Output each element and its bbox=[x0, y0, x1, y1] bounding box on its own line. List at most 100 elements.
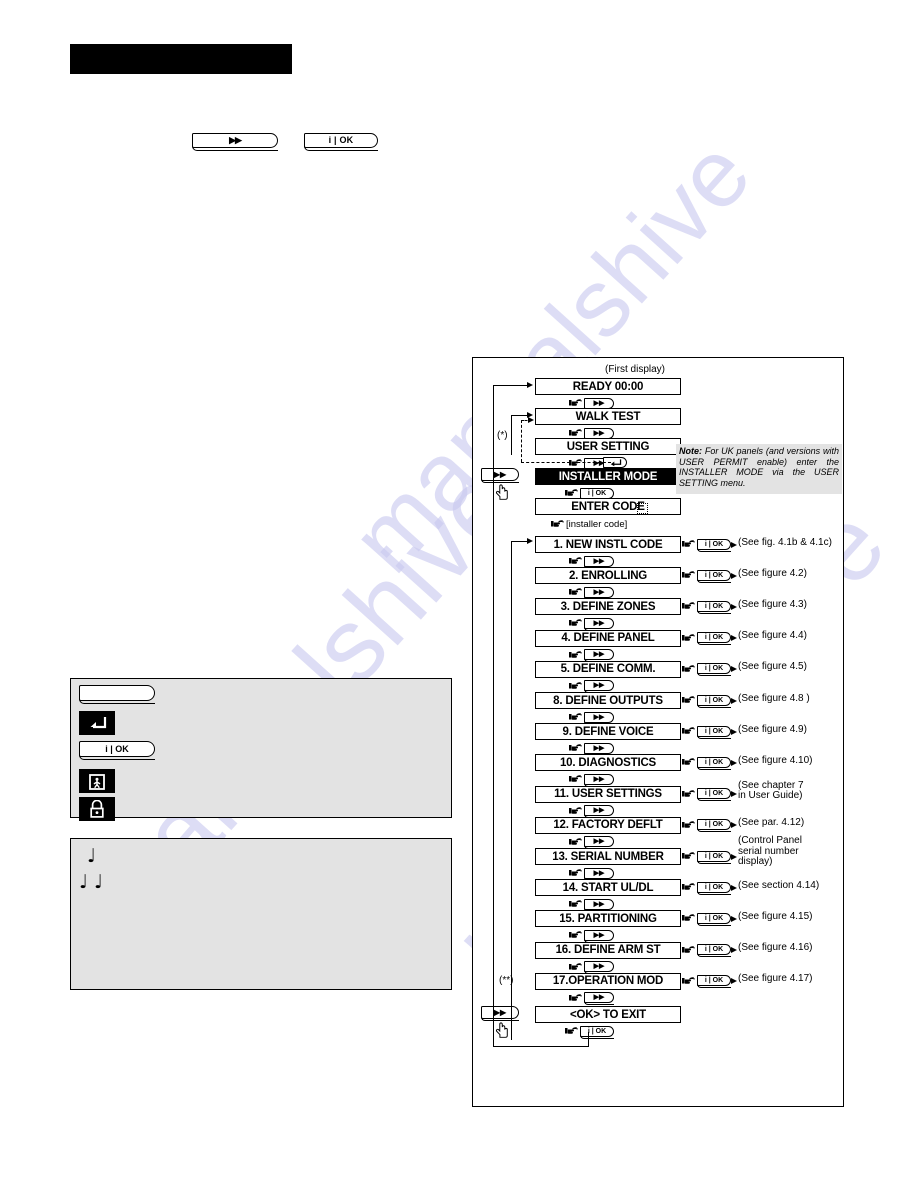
flow-line-dashed bbox=[521, 420, 522, 462]
menu-item-6[interactable]: 8. DEFINE OUTPUTS bbox=[535, 692, 681, 709]
pointing-hand-icon bbox=[565, 488, 578, 498]
info-ok-key-icon[interactable]: i | OK bbox=[79, 741, 155, 760]
figure-reference: (See figure 4.5) bbox=[738, 661, 807, 673]
step-press: ▶▶ bbox=[569, 617, 614, 631]
flow-line bbox=[588, 1032, 590, 1047]
keypad-key[interactable]: ▶▶ bbox=[584, 805, 614, 819]
menu-display-ready-00-00[interactable]: READY 00:00 bbox=[535, 378, 681, 395]
legend-item-away-arm bbox=[79, 769, 115, 793]
menu-item-10[interactable]: 12. FACTORY DEFLT bbox=[535, 816, 681, 834]
away-arm-icon[interactable] bbox=[79, 769, 115, 793]
step-press: ▶▶ bbox=[569, 898, 614, 912]
menu-display-walk-test[interactable]: WALK TEST bbox=[535, 408, 681, 425]
exit-display[interactable]: <OK> TO EXIT bbox=[535, 1006, 681, 1023]
keypad-key[interactable]: ▶▶ bbox=[584, 649, 614, 663]
step-press: ▶▶ bbox=[569, 649, 614, 663]
keypad-key[interactable]: ▶▶ bbox=[584, 742, 614, 756]
step-confirm: i | OK bbox=[682, 538, 731, 552]
home-arm-lock-icon[interactable] bbox=[79, 797, 115, 821]
pointing-hand-icon bbox=[682, 789, 695, 799]
menu-item-12[interactable]: 14. START UL/DL bbox=[535, 879, 681, 897]
step-press: ▶▶ bbox=[569, 992, 614, 1006]
keypad-key[interactable]: ▶▶ bbox=[584, 898, 614, 912]
keypad-key[interactable]: i | OK bbox=[580, 1025, 614, 1039]
info-ok-key[interactable]: i | OK bbox=[697, 975, 731, 989]
arrow-icon bbox=[731, 572, 737, 579]
keypad-key[interactable]: ▶▶ bbox=[584, 867, 614, 881]
keypad-key[interactable]: ▶▶ bbox=[584, 555, 614, 569]
figure-reference: (Control Panel serial number display) bbox=[738, 835, 802, 867]
pointing-hand-icon bbox=[569, 587, 582, 597]
keypad-key[interactable]: ▶▶ bbox=[584, 680, 614, 694]
info-ok-key[interactable]: i | OK bbox=[697, 912, 731, 926]
arrow-icon bbox=[731, 666, 737, 673]
code-entry-slot[interactable] bbox=[633, 501, 648, 519]
keypad-key[interactable]: ▶▶ bbox=[584, 961, 614, 975]
keypad-key[interactable]: ▶▶ bbox=[584, 929, 614, 943]
menu-display-installer-mode[interactable]: INSTALLER MODE bbox=[535, 468, 681, 485]
pointing-hand-icon bbox=[682, 851, 695, 861]
fast-forward-key-icon[interactable] bbox=[79, 685, 155, 704]
info-ok-key[interactable]: i | OK bbox=[697, 788, 731, 802]
info-ok-key[interactable]: i | OK bbox=[697, 850, 731, 864]
legend-item-single-tone: ♩ bbox=[87, 847, 104, 866]
keypad-key[interactable]: i | OK bbox=[580, 487, 614, 501]
pointing-hand-icon bbox=[569, 398, 582, 408]
info-ok-key[interactable]: i | OK bbox=[697, 632, 731, 646]
installer-code-prompt: [installer code] bbox=[566, 518, 628, 530]
step-press: ▶▶ bbox=[569, 742, 614, 756]
menu-display-user-setting[interactable]: USER SETTING bbox=[535, 438, 681, 455]
fast-forward-key[interactable]: ▶▶ bbox=[481, 1006, 519, 1021]
menu-item-5[interactable]: 5. DEFINE COMM. bbox=[535, 660, 681, 678]
fast-forward-key[interactable]: ▶▶ bbox=[192, 130, 278, 151]
pointing-hand-icon bbox=[682, 820, 695, 830]
figure-reference: (See fig. 4.1b & 4.1c) bbox=[738, 536, 832, 548]
menu-display-enter-code[interactable]: ENTER CODE bbox=[535, 498, 681, 515]
fast-forward-key[interactable]: ▶▶ bbox=[481, 468, 519, 483]
menu-item-15[interactable]: 17.OPERATION MOD bbox=[535, 972, 681, 990]
info-ok-key[interactable]: i | OK bbox=[697, 819, 731, 833]
menu-item-7[interactable]: 9. DEFINE VOICE bbox=[535, 723, 681, 741]
pointing-hand-icon bbox=[565, 1026, 578, 1036]
menu-item-1[interactable]: 1. NEW INSTL CODE bbox=[535, 536, 681, 553]
menu-item-13[interactable]: 15. PARTITIONING bbox=[535, 910, 681, 928]
first-display-caption: (First display) bbox=[604, 364, 665, 375]
legend-label: i | OK bbox=[105, 744, 129, 754]
menu-item-8[interactable]: 10. DIAGNOSTICS bbox=[535, 754, 681, 772]
keypad-key[interactable]: ▶▶ bbox=[584, 773, 614, 787]
info-ok-key[interactable]: i | OK bbox=[697, 569, 731, 583]
keypad-key[interactable]: ▶▶ bbox=[584, 397, 614, 411]
pointing-hand-icon bbox=[569, 962, 582, 972]
info-ok-key[interactable]: i | OK bbox=[697, 756, 731, 770]
keypad-key[interactable]: ▶▶ bbox=[584, 427, 614, 441]
keypad-key[interactable]: ▶▶ bbox=[584, 617, 614, 631]
menu-item-11[interactable]: 13. SERIAL NUMBER bbox=[535, 848, 681, 865]
back-arrow-icon[interactable] bbox=[79, 711, 115, 735]
info-ok-key[interactable]: i | OK bbox=[697, 694, 731, 708]
step-confirm: i | OK bbox=[682, 975, 731, 989]
menu-item-9[interactable]: 11. USER SETTINGS bbox=[535, 785, 681, 803]
menu-item-2[interactable]: 2. ENROLLING bbox=[535, 567, 681, 585]
pointing-hand-icon bbox=[569, 458, 582, 468]
arrow-icon bbox=[731, 791, 737, 798]
pointing-hand-icon bbox=[569, 806, 582, 816]
info-ok-key[interactable]: i | OK bbox=[697, 881, 731, 895]
keypad-key[interactable]: ▶▶ bbox=[584, 586, 614, 600]
info-ok-key[interactable]: i | OK bbox=[697, 663, 731, 677]
legend-item-info-ok: i | OK bbox=[79, 741, 155, 760]
step-press: ▶▶ bbox=[569, 929, 614, 943]
info-ok-key[interactable]: i | OK bbox=[304, 130, 378, 151]
keypad-key[interactable]: ▶▶ bbox=[584, 836, 614, 850]
menu-item-3[interactable]: 3. DEFINE ZONES bbox=[535, 598, 681, 616]
menu-item-14[interactable]: 16. DEFINE ARM ST bbox=[535, 941, 681, 959]
arrow-icon bbox=[731, 978, 737, 985]
info-ok-key[interactable]: i | OK bbox=[697, 725, 731, 739]
keypad-key[interactable]: ▶▶ bbox=[584, 711, 614, 725]
info-ok-key-label: i | OK bbox=[328, 135, 354, 145]
menu-item-4[interactable]: 4. DEFINE PANEL bbox=[535, 629, 681, 647]
info-ok-key[interactable]: i | OK bbox=[697, 944, 731, 958]
keypad-key[interactable]: ▶▶ bbox=[584, 992, 614, 1006]
legend-item-double-tone: ♩ ♩ bbox=[79, 873, 111, 892]
info-ok-key[interactable]: i | OK bbox=[697, 600, 731, 614]
info-ok-key[interactable]: i | OK bbox=[697, 538, 731, 552]
